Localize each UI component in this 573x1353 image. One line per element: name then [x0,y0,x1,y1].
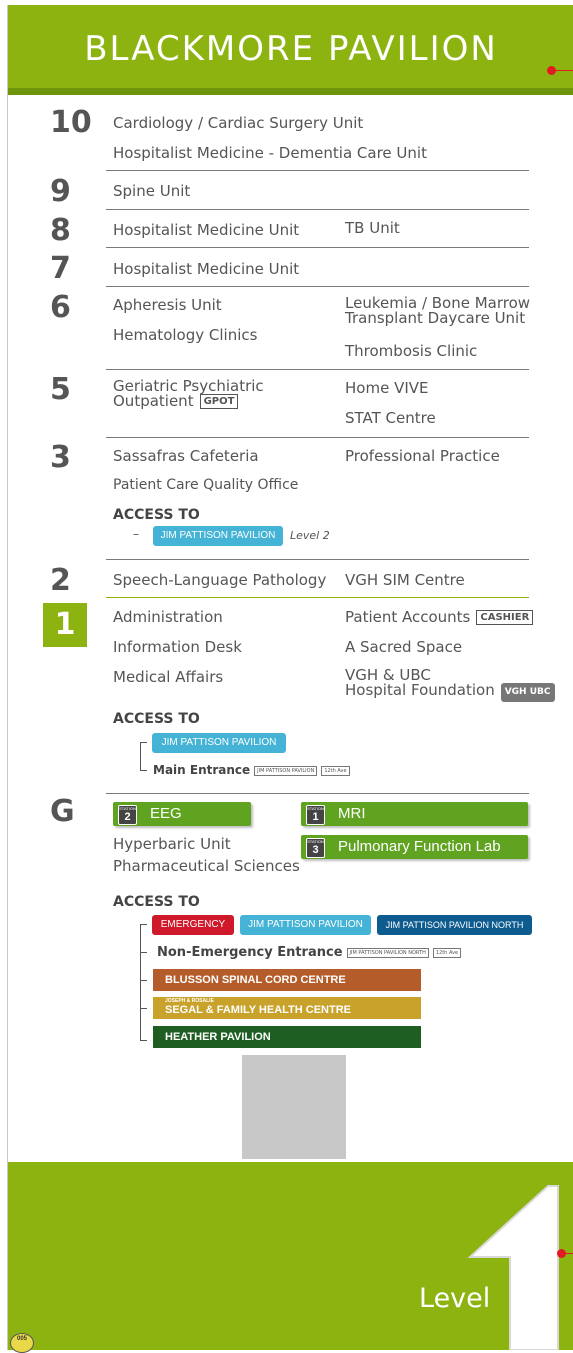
divider [106,286,529,287]
bracket-tick [140,980,147,981]
floor3-professional: Professional Practice [345,447,500,465]
floor1-foundation: VGH & UBC Hospital Foundation VGH UBC [345,668,555,702]
heather-bar: HEATHER PAVILION [153,1026,421,1048]
floor10-cardiology: Cardiology / Cardiac Surgery Unit [113,114,364,132]
bracket-tick [140,770,147,771]
divider [106,793,529,794]
divider [106,437,529,438]
bracket-tick [140,952,147,953]
floor-number-G: G [50,794,75,829]
dash: – [133,527,139,541]
station-3-pulmonary: STATION 3 Pulmonary Function Lab [301,835,528,859]
floor8-hospitalist: Hospitalist Medicine Unit [113,221,300,239]
qr-placeholder [242,1055,346,1159]
access-heading: ACCESS TO [113,894,200,910]
floor1-patient-accounts: Patient Accounts CASHIER [345,608,534,626]
gpot-badge: GPOT [199,394,239,409]
floor-number-5: 5 [50,372,71,407]
floor6-thrombosis: Thrombosis Clinic [345,342,478,360]
main-entrance: Main Entrance JIM PATTISON PAVILION 12th A… [153,763,350,777]
floor10-dementia: Hospitalist Medicine - Dementia Care Uni… [113,144,427,162]
emergency-pill: EMERGENCY [152,915,234,935]
floor-number-2: 2 [50,563,71,598]
floor-number-10: 10 [50,105,92,140]
bracket-tick [140,1008,147,1009]
bracket [140,742,141,770]
floor-number-1-current: 1 [43,603,87,647]
divider [106,369,529,370]
wayfinding-sign: BLACKMORE PAVILION 10 Cardiology / Cardi… [7,5,573,1350]
segal-bar: JOSEPH & ROSALIE SEGAL & FAMILY HEALTH C… [153,997,421,1019]
floor-number-7: 7 [50,251,71,286]
jim-pattison-pill: JIM PATTISON PAVILION [240,915,371,935]
floor6-hematology: Hematology Clinics [113,326,258,344]
header-banner: BLACKMORE PAVILION [8,5,573,88]
floor1-info-desk: Information Desk [113,638,242,656]
floorG-pharma: Pharmaceutical Sciences [113,857,300,875]
floor3-cafeteria: Sassafras Cafeteria [113,447,259,465]
floor-number-3: 3 [50,440,71,475]
floor5-stat: STAT Centre [345,409,436,427]
blusson-bar: BLUSSON SPINAL CORD CENTRE [153,969,421,991]
station-icon: STATION 3 [306,838,325,858]
access-heading: ACCESS TO [113,507,200,523]
sign-id-tag: 005 [10,1333,34,1353]
divider [106,170,529,171]
floor6-apheresis: Apheresis Unit [113,296,222,314]
floor-number-8: 8 [50,213,71,248]
level-note: Level 2 [290,529,330,542]
floor7-hospitalist: Hospitalist Medicine Unit [113,260,300,278]
non-emergency-entrance: Non-Emergency Entrance JIM PATTISON PAVIL… [157,945,462,960]
bracket-tick [140,1040,147,1041]
floor8-tb: TB Unit [345,219,400,237]
jim-pattison-pill: JIM PATTISON PAVILION [153,526,283,546]
divider [106,559,529,560]
bracket-tick [140,742,147,743]
station-1-mri: STATION 1 MRI [301,802,528,826]
foundation-logo: VGH UBC [500,683,555,702]
floorG-hyperbaric: Hyperbaric Unit [113,835,231,853]
pavilion-title: BLACKMORE PAVILION [84,29,498,69]
floor6-leukemia: Leukemia / Bone Marrow Transplant Daycare… [345,294,531,327]
station-icon: STATION 1 [306,805,325,825]
station-2-eeg: STATION 2 EEG [113,802,251,826]
floor9-spine: Spine Unit [113,182,191,200]
jim-pattison-north-pill: JIM PATTISON PAVILION NORTH [377,915,532,935]
level-label: Level [419,1283,491,1314]
station-icon: STATION 2 [118,805,137,825]
big-number-1-graphic [468,1185,559,1350]
floor-number-6: 6 [50,290,71,325]
bracket-tick [140,924,147,925]
jim-pattison-pill: JIM PATTISON PAVILION [152,733,286,753]
marker-line [564,1253,573,1254]
floor1-admin: Administration [113,608,223,626]
access-heading: ACCESS TO [113,711,200,727]
bracket [140,924,141,1040]
header-band [8,88,573,95]
cashier-badge: CASHIER [476,610,534,625]
floor1-sacred-space: A Sacred Space [345,638,463,656]
floor-number-9: 9 [50,174,71,209]
marker-line [554,70,573,71]
divider [106,247,529,248]
floor5-geriatric: Geriatric Psychiatric Outpatient GPOT [113,377,264,410]
divider [106,209,529,210]
floor2-speech: Speech-Language Pathology [113,571,327,589]
floor5-home-vive: Home VIVE [345,379,429,397]
divider-current [106,597,529,598]
floor2-sim: VGH SIM Centre [345,571,465,589]
floor3-patient-care: Patient Care Quality Office [113,477,299,493]
floor1-medical: Medical Affairs [113,668,224,686]
